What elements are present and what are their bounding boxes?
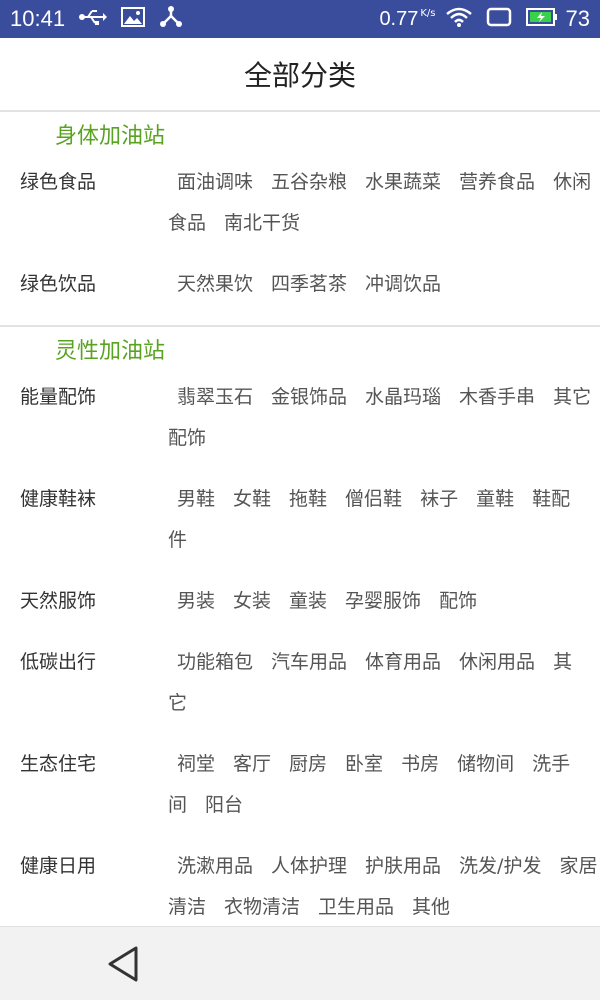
subcategory-list: 天然果饮 四季茗茶 冲调饮品 xyxy=(168,264,600,305)
subcategory-link[interactable]: 女鞋 xyxy=(233,488,271,510)
subcategory-link[interactable]: 人体护理 xyxy=(271,855,347,877)
page-title: 全部分类 xyxy=(243,59,356,92)
subcategory-link[interactable]: 南北干货 xyxy=(224,212,300,234)
section-title: 灵性加油站 xyxy=(55,339,166,364)
subcategory-link[interactable]: 袜子 xyxy=(420,488,458,510)
back-triangle-icon xyxy=(108,946,138,982)
subcategory-link[interactable]: 水果蔬菜 xyxy=(365,171,441,193)
category-label: 健康日用 xyxy=(20,855,97,877)
row-spacer xyxy=(0,622,600,642)
category-row: 绿色饮品 天然果饮 四季茗茶 冲调饮品 xyxy=(0,264,600,305)
subcategory-link[interactable]: 营养食品 xyxy=(459,171,535,193)
subcategory-link[interactable]: 面油调味 xyxy=(177,171,253,193)
category-section: 身体加油站绿色食品 面油调味 五谷杂粮 水果蔬菜 营养食品 休闲食品 南北干货绿色饮品 天然果… xyxy=(0,112,600,325)
subcategory-link[interactable]: 天然果饮 xyxy=(177,273,253,295)
category-row: 健康鞋袜 男鞋 女鞋 拖鞋 僧侣鞋 袜子 童鞋 鞋配件 xyxy=(0,479,600,561)
subcategory-link[interactable]: 配饰 xyxy=(439,590,477,612)
subcategory-link[interactable]: 四季茗茶 xyxy=(271,273,347,295)
subcategory-link[interactable]: 阳台 xyxy=(205,794,243,816)
subcategory-link[interactable]: 木香手串 xyxy=(459,386,535,408)
subcategory-link[interactable]: 祠堂 xyxy=(177,753,215,775)
category-label: 健康鞋袜 xyxy=(20,488,97,510)
subcategory-link[interactable]: 洗漱用品 xyxy=(177,855,253,877)
category-row: 能量配饰 翡翠玉石 金银饰品 水晶玛瑙 木香手串 其它配饰 xyxy=(0,377,600,459)
subcategory-link[interactable]: 护肤用品 xyxy=(365,855,441,877)
subcategory-link[interactable]: 男鞋 xyxy=(177,488,215,510)
network-speed-unit: K/s xyxy=(420,7,436,19)
subcategory-list: 翡翠玉石 金银饰品 水晶玛瑙 木香手串 其它配饰 xyxy=(168,377,600,459)
category-label: 天然服饰 xyxy=(20,590,97,612)
category-label: 绿色食品 xyxy=(20,171,97,193)
category-row: 生态住宅 祠堂 客厅 厨房 卧室 书房 储物间 洗手间 阳台 xyxy=(0,744,600,826)
subcategory-list: 祠堂 客厅 厨房 卧室 书房 储物间 洗手间 阳台 xyxy=(168,744,600,826)
subcategory-list: 男鞋 女鞋 拖鞋 僧侣鞋 袜子 童鞋 鞋配件 xyxy=(168,479,600,561)
back-button[interactable] xyxy=(106,944,142,984)
subcategory-link[interactable]: 童鞋 xyxy=(476,488,514,510)
battery-icon xyxy=(525,7,558,31)
subcategory-link[interactable]: 拖鞋 xyxy=(289,488,327,510)
header: 全部分类 xyxy=(0,38,600,112)
subcategory-link[interactable]: 金银饰品 xyxy=(271,386,347,408)
subcategory-link[interactable]: 客厅 xyxy=(233,753,271,775)
subcategory-link[interactable]: 水晶玛瑙 xyxy=(365,386,441,408)
subcategory-link[interactable]: 体育用品 xyxy=(365,651,441,673)
status-bar: 10:41 0.77 K/s 73 xyxy=(0,0,600,38)
subcategory-link[interactable]: 翡翠玉石 xyxy=(177,386,253,408)
wifi-icon xyxy=(445,7,472,31)
category-label: 低碳出行 xyxy=(20,651,97,673)
subcategory-link[interactable]: 女装 xyxy=(233,590,271,612)
row-spacer xyxy=(0,459,600,479)
battery-level: 73 xyxy=(565,6,590,31)
subcategory-link[interactable]: 五谷杂粮 xyxy=(271,171,347,193)
subcategory-link[interactable]: 书房 xyxy=(401,753,439,775)
subcategory-link[interactable]: 衣物清洁 xyxy=(224,896,300,918)
subcategory-list: 洗漱用品 人体护理 护肤用品 洗发/护发 家居清洁 衣物清洁 卫生用品 其他 xyxy=(168,846,600,927)
subcategory-list: 面油调味 五谷杂粮 水果蔬菜 营养食品 休闲食品 南北干货 xyxy=(168,162,600,244)
subcategory-link[interactable]: 僧侣鞋 xyxy=(345,488,402,510)
category-label: 绿色饮品 xyxy=(20,273,97,295)
category-row: 健康日用 洗漱用品 人体护理 护肤用品 洗发/护发 家居清洁 衣物清洁 卫生用品 其他 xyxy=(0,846,600,927)
category-label: 生态住宅 xyxy=(20,753,97,775)
subcategory-link[interactable]: 汽车用品 xyxy=(271,651,347,673)
subcategory-link[interactable]: 卧室 xyxy=(345,753,383,775)
subcategory-link[interactable]: 其他 xyxy=(412,896,450,918)
subcategory-link[interactable]: 功能箱包 xyxy=(177,651,253,673)
category-label: 能量配饰 xyxy=(20,386,97,408)
subcategory-link[interactable]: 男装 xyxy=(177,590,215,612)
network-speed: 0.77 xyxy=(379,7,419,30)
usb-icon xyxy=(79,8,108,30)
category-list[interactable]: 身体加油站绿色食品 面油调味 五谷杂粮 水果蔬菜 营养食品 休闲食品 南北干货绿色饮品 天然果… xyxy=(0,112,600,927)
screen-icon xyxy=(486,7,512,31)
row-spacer xyxy=(0,826,600,846)
subcategory-link[interactable]: 洗发/护发 xyxy=(459,855,541,877)
subcategory-link[interactable]: 卫生用品 xyxy=(318,896,394,918)
subcategory-link[interactable]: 储物间 xyxy=(457,753,514,775)
subcategory-link[interactable]: 孕婴服饰 xyxy=(345,590,421,612)
category-row: 天然服饰 男装 女装 童装 孕婴服饰 配饰 xyxy=(0,581,600,622)
section-title: 身体加油站 xyxy=(55,124,166,149)
category-row: 绿色食品 面油调味 五谷杂粮 水果蔬菜 营养食品 休闲食品 南北干货 xyxy=(0,162,600,244)
share-icon xyxy=(159,6,183,32)
category-row: 低碳出行 功能箱包 汽车用品 体育用品 休闲用品 其它 xyxy=(0,642,600,724)
row-spacer xyxy=(0,724,600,744)
status-time: 10:41 xyxy=(10,6,66,31)
subcategory-link[interactable]: 童装 xyxy=(289,590,327,612)
subcategory-link[interactable]: 厨房 xyxy=(289,753,327,775)
category-section: 灵性加油站能量配饰 翡翠玉石 金银饰品 水晶玛瑙 木香手串 其它配饰健康鞋袜 男鞋 女鞋 拖鞋僧… xyxy=(0,325,600,927)
row-spacer xyxy=(0,244,600,264)
image-icon xyxy=(121,7,146,31)
row-spacer xyxy=(0,561,600,581)
subcategory-link[interactable]: 休闲用品 xyxy=(459,651,535,673)
subcategory-list: 功能箱包 汽车用品 体育用品 休闲用品 其它 xyxy=(168,642,600,724)
navigation-bar xyxy=(0,926,600,1000)
subcategory-link[interactable]: 冲调饮品 xyxy=(365,273,441,295)
subcategory-list: 男装 女装 童装 孕婴服饰 配饰 xyxy=(168,581,600,622)
